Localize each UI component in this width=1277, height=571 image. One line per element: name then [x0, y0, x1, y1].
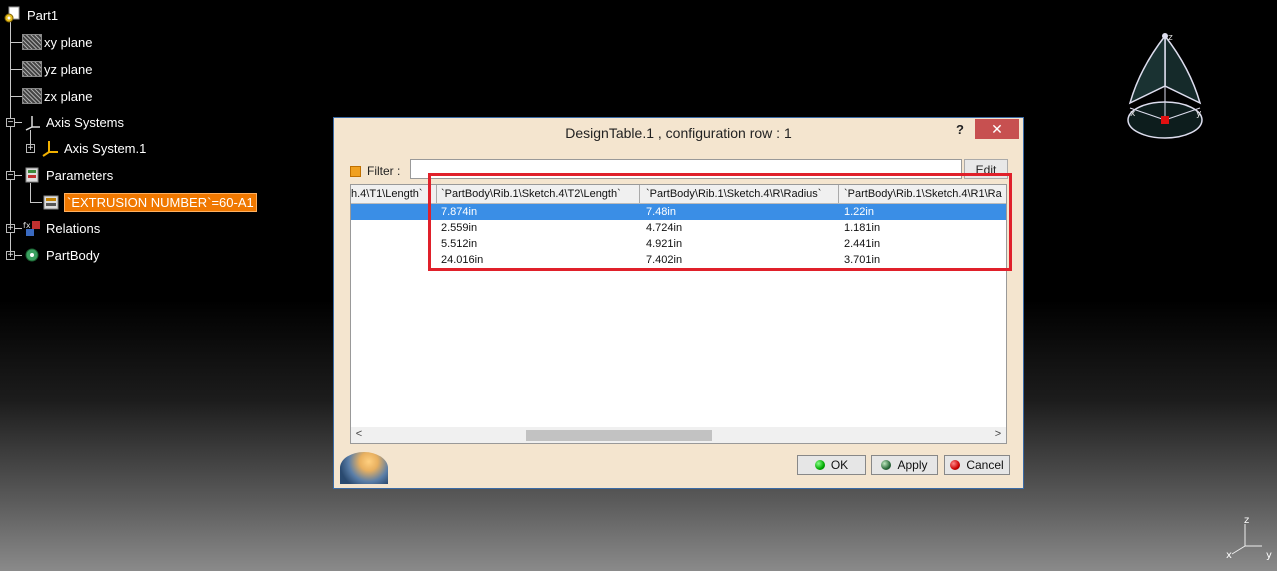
tree-node-part1[interactable]: Part1: [3, 5, 60, 25]
tree-label: yz plane: [44, 61, 93, 77]
ok-icon: [814, 460, 825, 470]
dialog-title: DesignTable.1 , configuration row : 1: [565, 125, 792, 141]
collapse-toggle[interactable]: −: [6, 118, 15, 128]
scrollbar-thumb[interactable]: [526, 430, 712, 441]
triad-y-label: y: [1266, 550, 1272, 561]
tree-label: Parameters: [46, 167, 114, 183]
apply-icon: [881, 460, 892, 470]
tree-node-relations[interactable]: fx Relations: [22, 218, 102, 238]
parameter-icon: [42, 193, 62, 211]
tree-line: [10, 42, 22, 43]
parameters-icon: [22, 166, 42, 184]
tree-line: [10, 22, 11, 255]
apply-label: Apply: [897, 458, 928, 472]
help-button[interactable]: ?: [947, 120, 973, 140]
tree-line: [30, 202, 42, 203]
filter-checkbox[interactable]: [350, 165, 361, 177]
plane-icon: [22, 88, 42, 104]
tree-node-extrusion-number[interactable]: `EXTRUSION NUMBER`=60-A1: [42, 192, 257, 212]
tree-node-parameters[interactable]: Parameters: [22, 165, 115, 185]
cancel-icon: [950, 460, 961, 470]
expand-toggle[interactable]: +: [26, 144, 35, 154]
relations-icon: fx: [22, 219, 42, 237]
column-header[interactable]: h.4\T1\Length`: [351, 185, 437, 203]
compass-x-label: x: [1130, 109, 1136, 119]
cancel-label: Cancel: [966, 458, 1004, 472]
tree-label: Relations: [46, 220, 101, 236]
tree-node-axis-systems[interactable]: Axis Systems: [22, 112, 126, 132]
scroll-left-button[interactable]: <: [351, 427, 367, 443]
compass-widget[interactable]: z x y: [1120, 28, 1210, 148]
tree-label: xy plane: [44, 34, 93, 50]
axis-triad-icon: z x y: [1222, 514, 1277, 564]
tree-line: [30, 183, 31, 202]
filter-label: Filter :: [367, 164, 401, 178]
tree-node-yz-plane[interactable]: yz plane: [22, 59, 94, 79]
triad-x-label: x: [1226, 550, 1232, 561]
ok-button[interactable]: OK: [797, 455, 866, 475]
tree-label: Axis Systems: [46, 114, 125, 130]
highlight-box: [428, 173, 1012, 271]
partbody-icon: [22, 246, 42, 264]
plane-icon: [22, 61, 42, 77]
expand-toggle[interactable]: +: [6, 251, 15, 261]
triad-z-label: z: [1244, 515, 1249, 526]
ok-label: OK: [830, 458, 849, 472]
tree-node-zx-plane[interactable]: zx plane: [22, 86, 94, 106]
tree-label: zx plane: [44, 88, 93, 104]
tree-node-xy-plane[interactable]: xy plane: [22, 32, 94, 52]
filter-row: Filter :: [350, 160, 408, 182]
svg-text:fx: fx: [23, 221, 31, 230]
expand-toggle[interactable]: +: [6, 224, 15, 234]
cancel-button[interactable]: Cancel: [944, 455, 1010, 475]
axis-systems-icon: [22, 113, 42, 131]
tree-node-axis-system-1[interactable]: Axis System.1: [40, 138, 148, 158]
specification-tree: Part1 xy plane yz plane zx plane − Axis …: [0, 0, 330, 280]
apply-button[interactable]: Apply: [871, 455, 938, 475]
compass-z-label: z: [1168, 33, 1173, 43]
tree-label-selected: `EXTRUSION NUMBER`=60-A1: [64, 192, 257, 212]
close-button[interactable]: ✕: [975, 119, 1019, 139]
compass-y-label: y: [1196, 109, 1202, 119]
scroll-right-button[interactable]: >: [990, 427, 1006, 443]
tree-line: [10, 69, 22, 70]
horizontal-scrollbar[interactable]: < >: [351, 427, 1006, 443]
tree-label: PartBody: [46, 247, 100, 263]
tree-label: Axis System.1: [64, 140, 147, 156]
plane-icon: [22, 34, 42, 50]
part-icon: [3, 6, 23, 24]
collapse-toggle[interactable]: −: [6, 171, 15, 181]
catia-logo-icon: [340, 452, 388, 484]
axis-system-icon: [40, 139, 60, 157]
tree-node-partbody[interactable]: PartBody: [22, 245, 101, 265]
dialog-titlebar[interactable]: DesignTable.1 , configuration row : 1 ? …: [334, 118, 1023, 149]
tree-label: Part1: [27, 7, 59, 23]
tree-line: [10, 96, 22, 97]
